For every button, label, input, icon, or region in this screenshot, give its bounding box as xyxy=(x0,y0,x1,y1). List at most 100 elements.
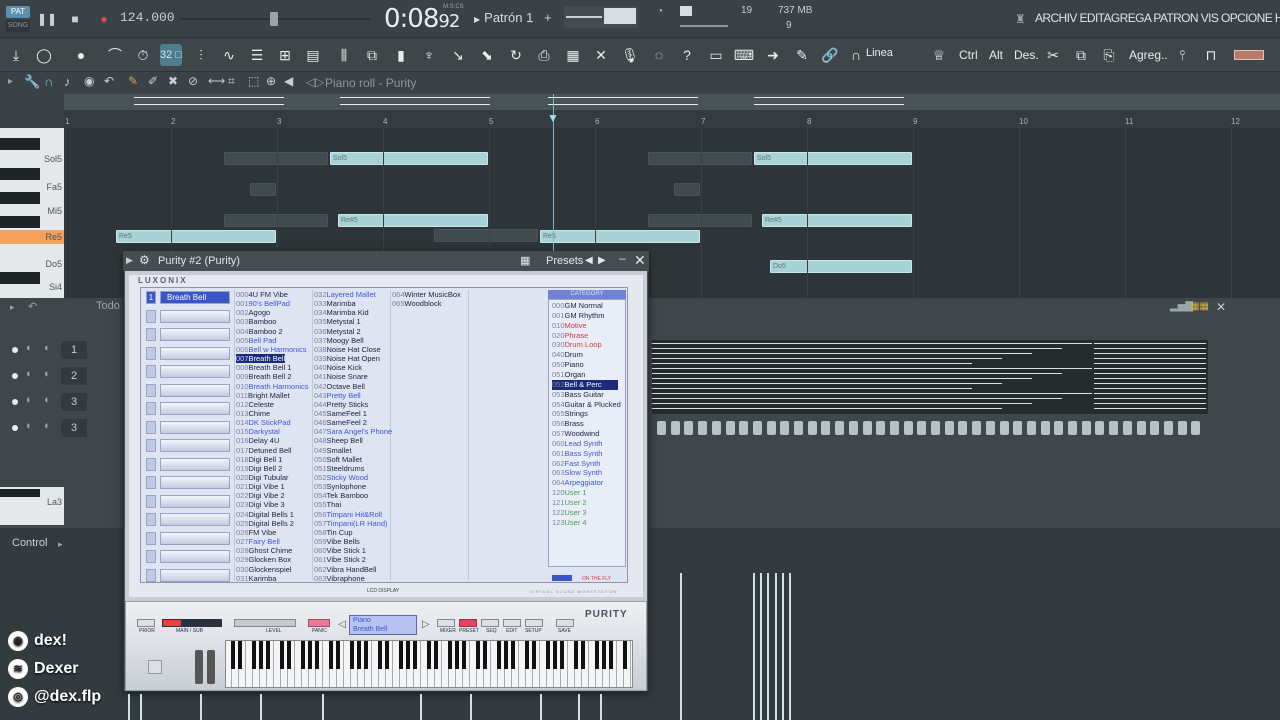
black-key[interactable] xyxy=(497,641,501,669)
preset-button[interactable] xyxy=(459,619,477,627)
program-item[interactable]: 009Breath Bell 2 xyxy=(236,372,291,381)
program-item[interactable]: 062Vibra HandBell xyxy=(314,565,376,574)
metronome-icon[interactable]: ⌒ xyxy=(104,44,126,66)
program-item[interactable]: 058Tin Cup xyxy=(314,528,353,537)
program-item[interactable]: 050Soft Mallet xyxy=(314,455,362,464)
cut-tools-icon[interactable]: ✕ xyxy=(590,44,612,66)
slot[interactable] xyxy=(160,365,230,378)
black-key[interactable] xyxy=(231,641,235,669)
slot-number[interactable] xyxy=(146,365,156,378)
black-key[interactable] xyxy=(308,641,312,669)
pan-knob-icon[interactable]: ◐ xyxy=(26,394,33,406)
edit-button[interactable] xyxy=(503,619,521,627)
black-key[interactable] xyxy=(385,641,389,669)
overview-strip[interactable] xyxy=(64,94,1280,110)
program-item[interactable]: 002Agogo xyxy=(236,308,270,317)
slot[interactable] xyxy=(160,383,230,397)
program-item[interactable]: 054Tek Bamboo xyxy=(314,491,368,500)
overdub-icon[interactable]: ∿ xyxy=(218,44,240,66)
program-item[interactable]: 064Winter MusicBox xyxy=(392,290,461,299)
program-item[interactable]: 0004U FM Vibe xyxy=(236,290,288,299)
pattern-selector[interactable]: ▶ Patrón 1 xyxy=(474,8,538,28)
gear-icon[interactable]: ⚙ xyxy=(139,253,150,267)
category-item[interactable]: 064Arpeggiator xyxy=(552,478,603,488)
control-arrow-icon[interactable]: ▸ xyxy=(58,539,63,550)
category-item[interactable]: 061Bass Synth xyxy=(552,449,602,459)
program-item[interactable]: 006Bell w Harmonics xyxy=(236,345,306,354)
program-item[interactable]: 047Sara Angel's Phone xyxy=(314,427,392,436)
black-key[interactable] xyxy=(602,641,606,669)
step-pad[interactable] xyxy=(739,421,749,435)
step-pad[interactable] xyxy=(1068,421,1077,435)
slot-number[interactable] xyxy=(146,346,156,360)
black-key[interactable] xyxy=(462,641,466,669)
download-icon[interactable]: ⤓ xyxy=(5,44,27,66)
black-key[interactable] xyxy=(476,641,480,669)
program-item[interactable]: 022Digi Vibe 2 xyxy=(236,491,285,500)
step-pad[interactable] xyxy=(1040,421,1050,435)
black-key[interactable] xyxy=(595,641,599,669)
program-item[interactable]: 005Bell Pad xyxy=(236,336,276,345)
note-resharp5-b[interactable]: Re#5 xyxy=(762,214,912,227)
record-mode-icon[interactable]: ☰ xyxy=(246,44,268,66)
category-item[interactable]: 054Guitar & Plucked xyxy=(552,400,621,410)
black-key[interactable] xyxy=(336,641,340,669)
black-key[interactable] xyxy=(560,641,564,669)
shop-icon[interactable]: ⊓ xyxy=(1200,44,1222,66)
category-item[interactable]: 122User 3 xyxy=(552,508,587,518)
level-slider[interactable] xyxy=(234,619,296,627)
program-item[interactable]: 004Bamboo 2 xyxy=(236,327,283,336)
category-item[interactable]: 056Brass xyxy=(552,419,584,429)
black-key[interactable] xyxy=(609,641,613,669)
program-item[interactable]: 027Fairy Bell xyxy=(236,537,280,546)
pitch-wheel[interactable] xyxy=(195,650,203,684)
step-pad[interactable] xyxy=(1191,421,1201,435)
note-re5-b[interactable]: Re5 xyxy=(540,230,700,243)
program-item[interactable]: 032Layered Mallet xyxy=(314,290,376,299)
on-the-fly-toggle[interactable] xyxy=(552,575,572,581)
slip-icon[interactable]: ⟷ xyxy=(208,74,225,88)
slot[interactable] xyxy=(160,494,230,508)
step-edit-icon[interactable]: ⊞ xyxy=(274,44,296,66)
category-item[interactable]: 030Drum Loop xyxy=(552,340,602,350)
vol-knob-icon[interactable]: ◐ xyxy=(44,342,51,354)
program-item[interactable]: 033Marimba xyxy=(314,299,356,308)
paint-icon[interactable]: ✐ xyxy=(148,74,158,88)
category-item[interactable]: 062Fast Synth xyxy=(552,459,600,469)
black-key[interactable] xyxy=(259,641,263,669)
slot-number[interactable] xyxy=(146,457,156,471)
program-item[interactable]: 039Noise Hat Open xyxy=(314,354,380,363)
velocity-bar[interactable] xyxy=(260,694,262,720)
program-item[interactable]: 053Synlophone xyxy=(314,482,366,491)
alt-button[interactable]: Alt xyxy=(989,48,1003,62)
control-label[interactable]: Control xyxy=(12,537,47,549)
slot[interactable] xyxy=(160,328,230,341)
mod-wheel[interactable] xyxy=(207,650,215,684)
category-item[interactable]: 040Drum xyxy=(552,350,583,360)
program-item[interactable]: 031Karimba xyxy=(236,574,276,583)
mixer-icon[interactable]: ⫼ xyxy=(333,44,355,66)
slot-1-number[interactable]: 1 xyxy=(146,291,156,304)
plugin-menu-arrow-icon[interactable]: ▶ xyxy=(126,255,133,266)
program-item[interactable]: 052Sticky Wood xyxy=(314,473,368,482)
slot-number[interactable] xyxy=(146,494,156,508)
mute-icon[interactable]: ⊘ xyxy=(188,74,198,88)
program-item[interactable]: 010Breath Harmonics xyxy=(236,382,309,391)
program-item[interactable]: 040Noise Kick xyxy=(314,363,362,372)
category-item[interactable]: 020Phrase xyxy=(552,331,588,341)
rack-close-icon[interactable]: ✕ xyxy=(1216,300,1226,314)
black-key[interactable] xyxy=(413,641,417,669)
step-pad[interactable] xyxy=(657,421,666,435)
pencil-icon[interactable]: ✎ xyxy=(128,74,138,88)
program-item[interactable]: 026FM Vibe xyxy=(236,528,276,537)
black-key[interactable] xyxy=(266,641,270,669)
pause-icon[interactable]: ❚❚ xyxy=(37,9,57,29)
zoom-icon[interactable]: ⊕ xyxy=(266,74,276,88)
close-icon[interactable]: ✕ xyxy=(634,252,646,269)
help-icon[interactable]: ? xyxy=(676,44,698,66)
step-pad[interactable] xyxy=(1013,421,1023,435)
slice-icon[interactable]: ⌗ xyxy=(228,74,235,89)
program-item[interactable]: 044Pretty Sticks xyxy=(314,400,368,409)
magnet-small-icon[interactable]: ∩ xyxy=(44,74,53,89)
velocity-bar[interactable] xyxy=(140,694,142,720)
